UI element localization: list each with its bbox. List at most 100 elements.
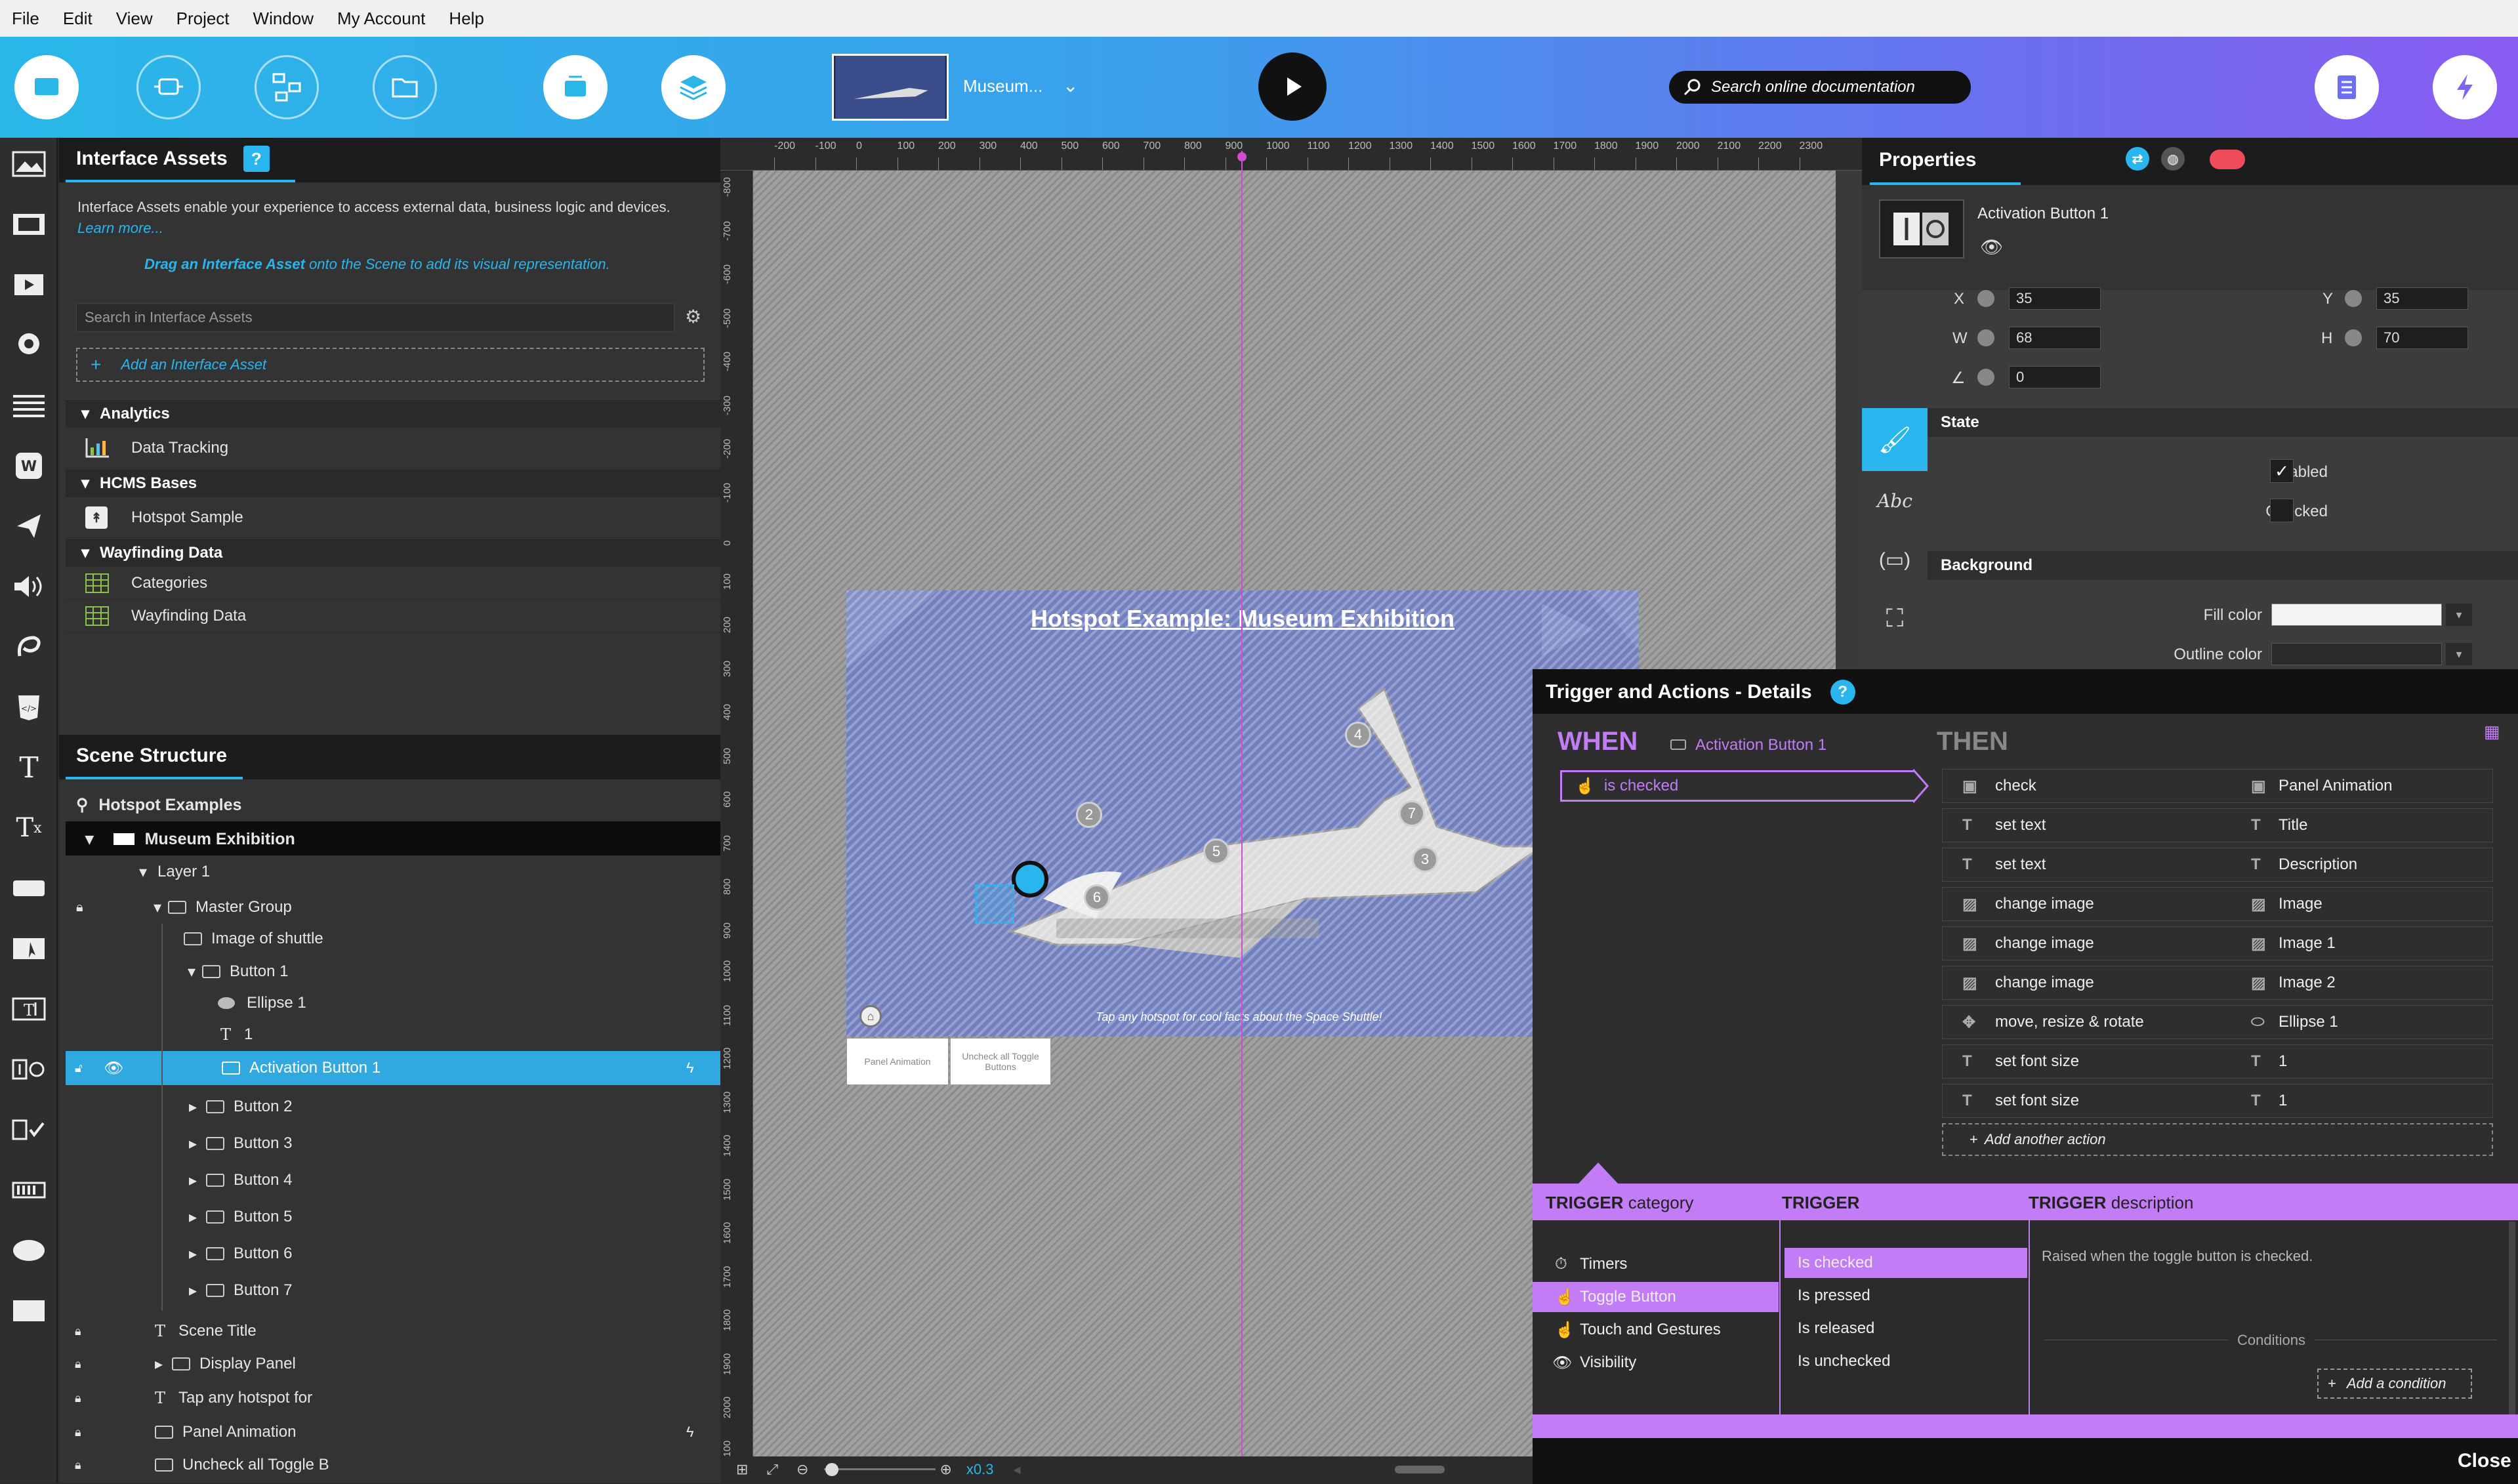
hotspot-1-selected[interactable]	[1012, 861, 1048, 897]
menu-project[interactable]: Project	[165, 9, 241, 29]
tree-row-layer-1[interactable]: ▾ Layer 1	[139, 855, 210, 888]
lock-icon[interactable]: 🔒︎	[75, 1348, 81, 1380]
checklist-button[interactable]	[2315, 55, 2379, 119]
help-icon[interactable]: ?	[243, 146, 270, 172]
angle-input[interactable]: 0	[2009, 366, 2101, 388]
horizontal-scrollbar[interactable]	[1395, 1466, 1445, 1474]
action-row[interactable]: Tset font size T 1	[1942, 1084, 2493, 1118]
trigger-is-unchecked[interactable]: Is unchecked	[1785, 1346, 2027, 1376]
zoom-in-icon[interactable]: ⊕	[939, 1461, 951, 1478]
asset-group-hcms-bases[interactable]: ▾ HCMS Bases	[66, 468, 720, 497]
send-widget-icon[interactable]	[9, 508, 49, 545]
tree-row-uncheck-all[interactable]: Uncheck all Toggle B	[155, 1449, 329, 1481]
add-another-action-button[interactable]: + Add another action	[1942, 1123, 2493, 1156]
tree-row-ellipse-1[interactable]: Ellipse 1	[218, 987, 306, 1020]
ellipse-widget-icon[interactable]	[9, 1232, 49, 1269]
x-animate-dot[interactable]	[1977, 290, 1994, 307]
y-animate-dot[interactable]	[2345, 290, 2362, 307]
tree-row-image-of-shuttle[interactable]: Image of shuttle	[184, 922, 323, 955]
checkbox-widget-icon[interactable]	[9, 1111, 49, 1148]
text-tab-icon[interactable]: Abc	[1862, 471, 1928, 530]
menu-edit[interactable]: Edit	[51, 9, 104, 29]
tree-row-button-7[interactable]: ▸ Button 7	[189, 1274, 292, 1307]
lock-icon[interactable]: 🔒︎	[75, 1449, 81, 1481]
trigger-is-released[interactable]: Is released	[1785, 1313, 2027, 1344]
checked-checkbox[interactable]	[2270, 499, 2294, 522]
add-interface-asset-button[interactable]: + Add an Interface Asset	[76, 348, 705, 382]
asset-item-categories[interactable]: Categories	[66, 567, 720, 600]
media-player-widget-icon[interactable]	[9, 266, 49, 303]
w-input[interactable]: 68	[2009, 327, 2101, 349]
tree-row-hotspot-examples[interactable]: ⚲ Hotspot Examples	[76, 789, 241, 821]
uncheck-all-toggle[interactable]: Uncheck all Toggle Buttons	[950, 1038, 1051, 1085]
tree-row-button-5[interactable]: ▸ Button 5	[189, 1201, 292, 1233]
asset-item-hotspot-sample[interactable]: ↟ Hotspot Sample	[66, 497, 720, 538]
h-input[interactable]: 70	[2376, 327, 2468, 349]
hotspot-3[interactable]: 3	[1412, 846, 1438, 873]
when-object[interactable]: Activation Button 1	[1670, 736, 1827, 754]
tree-row-panel-animation[interactable]: Panel Animation	[155, 1416, 296, 1449]
hotspot-4[interactable]: 4	[1345, 722, 1371, 748]
assets-search-input[interactable]: Search in Interface Assets	[76, 303, 674, 332]
guide-handle[interactable]	[1237, 152, 1247, 161]
rectangle-widget-icon[interactable]	[9, 1292, 49, 1329]
action-row[interactable]: Tset font size T 1	[1942, 1044, 2493, 1079]
x-input[interactable]: 35	[2009, 287, 2101, 310]
action-row[interactable]: ▨ change image ▨ Image 2	[1942, 966, 2493, 1000]
fit-icon[interactable]: ⤢	[766, 1461, 778, 1478]
description-scrollbar[interactable]	[2509, 1222, 2515, 1418]
text-input-widget-icon[interactable]: T	[9, 991, 49, 1027]
action-row[interactable]: ▨ change image ▨ Image	[1942, 887, 2493, 921]
category-touch-gestures[interactable]: ☝ Touch and Gestures	[1533, 1315, 1779, 1345]
tree-row-button-2[interactable]: ▸ Button 2	[189, 1090, 292, 1123]
tree-row-button-6[interactable]: ▸ Button 6	[189, 1237, 292, 1270]
lock-icon[interactable]: 🔒︎	[75, 1382, 81, 1414]
chevron-down-icon[interactable]: ⌄	[1063, 75, 1078, 96]
layers-button[interactable]	[661, 55, 726, 119]
menu-window[interactable]: Window	[241, 9, 325, 29]
publish-button[interactable]	[2433, 55, 2497, 119]
menu-help[interactable]: Help	[437, 9, 495, 29]
menu-file[interactable]: File	[0, 9, 51, 29]
scene-title-text[interactable]: Hotspot Example: Museum Exhibition	[846, 605, 1639, 632]
image-widget-icon[interactable]	[9, 146, 49, 182]
action-row[interactable]: ✥ move, resize & rotate ⬭ Ellipse 1	[1942, 1005, 2493, 1039]
link-icon[interactable]: ⇄	[2126, 147, 2149, 171]
asset-item-wayfinding-data[interactable]: Wayfinding Data	[66, 600, 720, 632]
hotspot-7[interactable]: 7	[1399, 800, 1425, 827]
scene-thumbnail[interactable]	[832, 54, 949, 121]
list-widget-icon[interactable]	[9, 387, 49, 424]
video-widget-icon[interactable]	[9, 206, 49, 243]
eye-icon[interactable]: 👁︎	[1980, 236, 2004, 258]
lock-icon[interactable]: 🔓︎	[75, 1052, 83, 1084]
lock-icon[interactable]: 🔒︎	[76, 891, 83, 924]
style-tab-brush-icon[interactable]: 🖌︎	[1862, 408, 1928, 471]
hotspot-2[interactable]: 2	[1076, 802, 1102, 828]
lightning-icon[interactable]: ϟ	[686, 1052, 694, 1084]
action-row[interactable]: Tset text T Description	[1942, 848, 2493, 882]
open-folder-button[interactable]	[373, 55, 437, 119]
media-button[interactable]	[543, 55, 608, 119]
lightning-icon[interactable]: ϟ	[686, 1416, 694, 1449]
learn-more-link[interactable]: Learn more...	[77, 220, 163, 236]
web-widget-icon[interactable]: W	[9, 447, 49, 484]
scenes-flow-button[interactable]	[255, 55, 319, 119]
asset-item-data-tracking[interactable]: Data Tracking	[66, 428, 720, 468]
trigger-is-checked[interactable]: Is checked	[1785, 1248, 2027, 1278]
hotspot-widget-icon[interactable]	[9, 930, 49, 967]
zoom-slider-handle[interactable]	[825, 1463, 838, 1476]
eye-icon[interactable]: 👁︎	[104, 1052, 123, 1084]
doc-search-bar[interactable]: Search online documentation	[1669, 71, 1971, 104]
audio-widget-icon[interactable]	[9, 568, 49, 605]
layout-tab-icon[interactable]: ⛶	[1862, 589, 1928, 648]
category-toggle-button[interactable]: ☝ Toggle Button	[1533, 1282, 1779, 1312]
hotspot-6[interactable]: 6	[1084, 884, 1110, 911]
fill-color-swatch[interactable]	[2271, 604, 2442, 626]
home-icon[interactable]: ⌂	[859, 1005, 882, 1027]
h-animate-dot[interactable]	[2345, 329, 2362, 346]
lock-icon[interactable]: 🔒︎	[75, 1416, 81, 1449]
webcam-widget-icon[interactable]	[9, 327, 49, 363]
trigger-is-pressed[interactable]: Is pressed	[1785, 1281, 2027, 1311]
enabled-checkbox[interactable]: ✓	[2270, 459, 2294, 483]
category-visibility[interactable]: 👁︎ Visibility	[1533, 1348, 1779, 1378]
